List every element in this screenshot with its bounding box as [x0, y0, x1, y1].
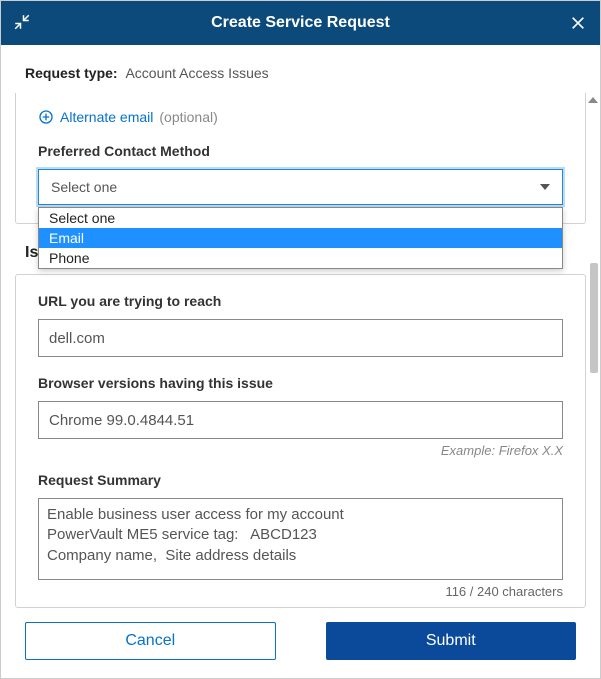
request-type-value: Account Access Issues	[125, 65, 268, 81]
contact-card: Alternate email (optional) Preferred Con…	[15, 93, 586, 224]
option-phone[interactable]: Phone	[39, 248, 562, 268]
chevron-down-icon	[540, 184, 550, 190]
select-dropdown: Select one Email Phone	[38, 207, 563, 269]
alternate-email-row[interactable]: Alternate email (optional)	[38, 109, 563, 125]
modal-header: Create Service Request	[1, 1, 600, 45]
issue-card: URL you are trying to reach Browser vers…	[15, 274, 586, 608]
summary-char-count: 116 / 240 characters	[38, 584, 563, 599]
request-type-row: Request type: Account Access Issues	[1, 45, 600, 93]
plus-circle-icon	[38, 109, 54, 125]
summary-textarea[interactable]: Enable business user access for my accou…	[38, 498, 563, 580]
browser-label: Browser versions having this issue	[38, 375, 563, 391]
modal-footer: Cancel Submit	[1, 613, 600, 678]
modal-title: Create Service Request	[211, 14, 390, 32]
collapse-icon[interactable]	[13, 13, 31, 31]
close-icon[interactable]	[570, 15, 586, 31]
form-scroll-area: Alternate email (optional) Preferred Con…	[1, 93, 600, 633]
browser-example-hint: Example: Firefox X.X	[38, 443, 563, 458]
alternate-email-link[interactable]: Alternate email	[60, 109, 153, 125]
select-display-value: Select one	[51, 179, 117, 195]
cancel-button[interactable]: Cancel	[25, 622, 276, 660]
browser-input[interactable]	[38, 401, 563, 439]
submit-button[interactable]: Submit	[326, 622, 577, 660]
url-input[interactable]	[38, 319, 563, 357]
preferred-contact-select[interactable]: Select one Select one Email Phone	[38, 169, 563, 205]
option-email[interactable]: Email	[39, 228, 562, 248]
summary-label: Request Summary	[38, 472, 563, 488]
url-label: URL you are trying to reach	[38, 293, 563, 309]
select-input[interactable]: Select one	[38, 169, 563, 205]
scrollbar-thumb[interactable]	[590, 263, 598, 373]
preferred-contact-label: Preferred Contact Method	[38, 143, 563, 159]
alternate-email-optional: (optional)	[159, 109, 217, 125]
option-select-one[interactable]: Select one	[39, 208, 562, 228]
request-type-label: Request type:	[25, 65, 118, 81]
scrollbar-up-arrow[interactable]	[588, 97, 598, 103]
